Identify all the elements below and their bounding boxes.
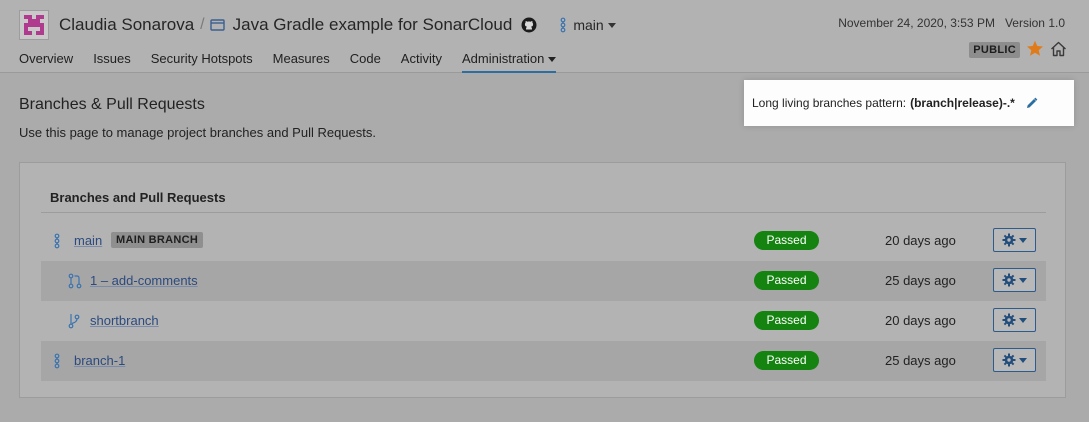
quality-gate-status: Passed	[754, 271, 819, 290]
pull-request-icon	[68, 273, 82, 289]
long-branch-icon	[53, 233, 61, 249]
long-living-branches-pattern: Long living branches pattern: (branch|re…	[744, 80, 1074, 126]
project-icon	[209, 18, 225, 32]
table-row: shortbranch Passed 20 days ago	[41, 301, 1046, 341]
main-branch-badge: MAIN BRANCH	[111, 232, 204, 248]
page-title: Branches & Pull Requests	[19, 96, 205, 113]
row-actions-button[interactable]	[993, 268, 1036, 292]
quality-gate-status: Passed	[754, 311, 819, 330]
row-actions-button[interactable]	[993, 308, 1036, 332]
org-avatar[interactable]	[19, 10, 49, 40]
project-nav-tabs: Overview Issues Security Hotspots Measur…	[19, 50, 576, 73]
tab-code[interactable]: Code	[350, 50, 381, 73]
branch-selector-label: main	[573, 17, 604, 33]
visibility-badge: PUBLIC	[969, 42, 1020, 58]
branch-name-link[interactable]: branch-1	[74, 353, 125, 368]
last-analysis-age: 25 days ago	[885, 273, 956, 288]
github-icon[interactable]	[521, 17, 537, 33]
tab-activity[interactable]: Activity	[401, 50, 442, 73]
breadcrumb: Claudia Sonarova / Java Gradle example f…	[59, 13, 616, 37]
card-title: Branches and Pull Requests	[50, 190, 226, 205]
tab-overview[interactable]: Overview	[19, 50, 73, 73]
branch-name-link[interactable]: shortbranch	[90, 313, 159, 328]
last-analysis-age: 20 days ago	[885, 313, 956, 328]
table-row: branch-1 Passed 25 days ago	[41, 341, 1046, 381]
home-icon[interactable]	[1050, 41, 1067, 60]
gear-icon	[1002, 273, 1016, 287]
tab-administration[interactable]: Administration	[461, 50, 557, 73]
chevron-down-icon	[548, 57, 557, 63]
divider	[41, 212, 1046, 213]
page-description: Use this page to manage project branches…	[19, 125, 376, 140]
row-actions-button[interactable]	[993, 228, 1036, 252]
quality-gate-status: Passed	[754, 351, 819, 370]
branches-card: Branches and Pull Requests main MAIN BRA…	[19, 162, 1066, 398]
pencil-icon[interactable]	[1025, 97, 1038, 110]
short-branch-icon	[68, 313, 80, 329]
chevron-down-icon	[1019, 357, 1027, 363]
row-actions-button[interactable]	[993, 348, 1036, 372]
long-branch-icon	[559, 17, 567, 33]
avatar-pattern-icon	[24, 15, 44, 35]
table-row: main MAIN BRANCH Passed 20 days ago	[41, 221, 1046, 261]
org-name-link[interactable]: Claudia Sonarova	[59, 15, 194, 35]
quality-gate-status: Passed	[754, 231, 819, 250]
breadcrumb-separator: /	[200, 16, 205, 33]
project-name-link[interactable]: Java Gradle example for SonarCloud	[233, 15, 513, 35]
tab-administration-label: Administration	[461, 51, 545, 66]
pattern-label: Long living branches pattern:	[752, 96, 907, 110]
chevron-down-icon	[1019, 277, 1027, 283]
star-icon[interactable]	[1026, 40, 1044, 60]
tab-security-hotspots[interactable]: Security Hotspots	[151, 50, 253, 73]
branch-name-link[interactable]: main	[74, 233, 102, 248]
chevron-down-icon	[1019, 237, 1027, 243]
table-row: 1 – add-comments Passed 25 days ago	[41, 261, 1046, 301]
last-analysis-age: 25 days ago	[885, 353, 956, 368]
pull-request-name-link[interactable]: 1 – add-comments	[90, 273, 198, 288]
tab-issues[interactable]: Issues	[93, 50, 131, 73]
analysis-meta: November 24, 2020, 3:53 PM Version 1.0	[838, 16, 1065, 30]
chevron-down-icon	[1019, 317, 1027, 323]
chevron-down-icon	[607, 22, 616, 28]
pattern-value: (branch|release)-.*	[910, 96, 1015, 110]
branch-selector[interactable]: main	[559, 17, 616, 33]
tab-measures[interactable]: Measures	[273, 50, 330, 73]
header-actions: PUBLIC	[969, 40, 1067, 60]
analysis-date: November 24, 2020, 3:53 PM	[838, 16, 995, 30]
gear-icon	[1002, 233, 1016, 247]
long-branch-icon	[53, 353, 61, 369]
gear-icon	[1002, 353, 1016, 367]
last-analysis-age: 20 days ago	[885, 233, 956, 248]
project-header: Claudia Sonarova / Java Gradle example f…	[0, 0, 1089, 73]
gear-icon	[1002, 313, 1016, 327]
project-version: Version 1.0	[1004, 16, 1065, 30]
